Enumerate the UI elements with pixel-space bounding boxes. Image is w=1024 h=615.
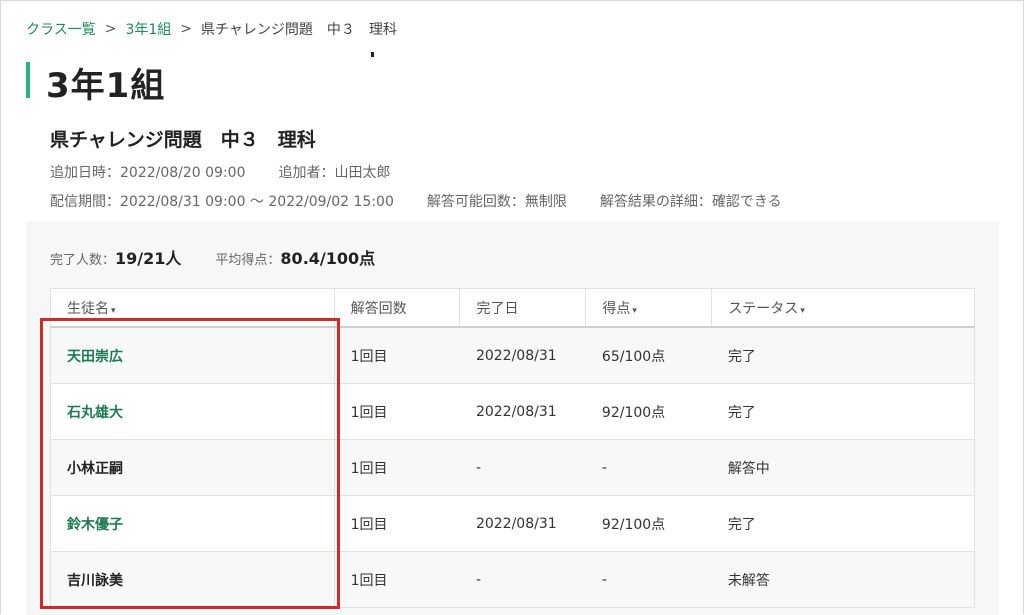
breadcrumb: クラス一覧 > 3年1組 > 県チャレンジ問題 中３ 理科	[26, 19, 397, 39]
breadcrumb-class-link[interactable]: 3年1組	[125, 19, 171, 39]
sort-caret-icon: ▾	[111, 305, 116, 316]
average-value: 80.4/100点	[280, 249, 376, 268]
completed-date-cell: 2022/08/31	[459, 495, 586, 552]
assignment-meta-row-2: 配信期間：2022/08/31 09:00 〜 2022/09/02 15:00…	[50, 191, 782, 211]
table-row: 鈴木優子 1回目 2022/08/31 92/100点 完了	[50, 495, 975, 552]
breadcrumb-current: 県チャレンジ問題 中３ 理科	[201, 22, 397, 38]
column-header-date: 完了日	[459, 288, 587, 328]
table-header-row: 生徒名 ▾ 解答回数 完了日 得点 ▾ ステータス ▾	[50, 288, 975, 328]
assignment-title: 県チャレンジ問題 中３ 理科	[50, 129, 316, 151]
breadcrumb-class-list-link[interactable]: クラス一覧	[26, 19, 96, 39]
cursor-mark	[371, 52, 374, 57]
student-name: 小林正嗣	[50, 439, 335, 496]
table-row: 小林正嗣 1回目 - - 解答中	[50, 439, 975, 496]
page-title: 3年1組	[46, 66, 166, 106]
completed-date-cell: -	[459, 439, 586, 496]
column-header-attempts: 解答回数	[333, 288, 461, 328]
student-name-link[interactable]: 石丸雄大	[50, 383, 335, 440]
status-cell: 未解答	[711, 551, 975, 608]
breadcrumb-separator: >	[180, 21, 193, 37]
completed-date-cell: -	[459, 551, 586, 608]
attempts-cell: 1回目	[334, 327, 460, 384]
table-row: 吉川詠美 1回目 - - 未解答	[50, 551, 975, 608]
status-cell: 完了	[711, 495, 975, 552]
attempts-cell: 1回目	[334, 383, 460, 440]
added-at: 追加日時：2022/08/20 09:00	[50, 165, 246, 181]
summary: 完了人数： 19/21人 平均得点： 80.4/100点	[50, 245, 375, 269]
title-accent-bar	[26, 62, 30, 98]
column-header-score[interactable]: 得点 ▾	[585, 288, 713, 328]
status-cell: 解答中	[711, 439, 975, 496]
added-by: 追加者：山田太郎	[278, 165, 391, 181]
column-header-name[interactable]: 生徒名 ▾	[50, 288, 335, 328]
sort-caret-icon: ▾	[800, 305, 805, 316]
status-cell: 完了	[711, 383, 975, 440]
status-cell: 完了	[711, 327, 975, 384]
attempts-allowed: 解答可能回数：無制限	[426, 194, 567, 210]
student-name: 吉川詠美	[50, 551, 335, 608]
score-cell: 65/100点	[585, 327, 712, 384]
table-row: 天田崇広 1回目 2022/08/31 65/100点 完了	[50, 327, 975, 384]
completed-date-cell: 2022/08/31	[459, 327, 586, 384]
student-name-link[interactable]: 天田崇広	[50, 327, 335, 384]
attempts-cell: 1回目	[334, 551, 460, 608]
attempts-cell: 1回目	[334, 439, 460, 496]
score-cell: -	[585, 439, 712, 496]
completed-label: 完了人数：	[50, 253, 116, 268]
assignment-meta-row-1: 追加日時：2022/08/20 09:00 追加者：山田太郎	[50, 162, 391, 182]
score-cell: -	[585, 551, 712, 608]
column-header-status[interactable]: ステータス ▾	[711, 288, 975, 328]
attempts-cell: 1回目	[334, 495, 460, 552]
delivery-period: 配信期間：2022/08/31 09:00 〜 2022/09/02 15:00	[50, 194, 394, 210]
score-cell: 92/100点	[585, 383, 712, 440]
breadcrumb-separator: >	[104, 21, 117, 37]
table-row: 石丸雄大 1回目 2022/08/31 92/100点 完了	[50, 383, 975, 440]
completed-date-cell: 2022/08/31	[459, 383, 586, 440]
sort-caret-icon: ▾	[632, 305, 637, 316]
result-detail: 解答結果の詳細：確認できる	[599, 194, 782, 210]
completed-value: 19/21人	[115, 249, 182, 268]
score-cell: 92/100点	[585, 495, 712, 552]
average-label: 平均得点：	[215, 253, 281, 268]
student-name-link[interactable]: 鈴木優子	[50, 495, 335, 552]
students-table: 生徒名 ▾ 解答回数 完了日 得点 ▾ ステータス ▾ 天田崇広 1回目 2022/0…	[50, 288, 975, 608]
